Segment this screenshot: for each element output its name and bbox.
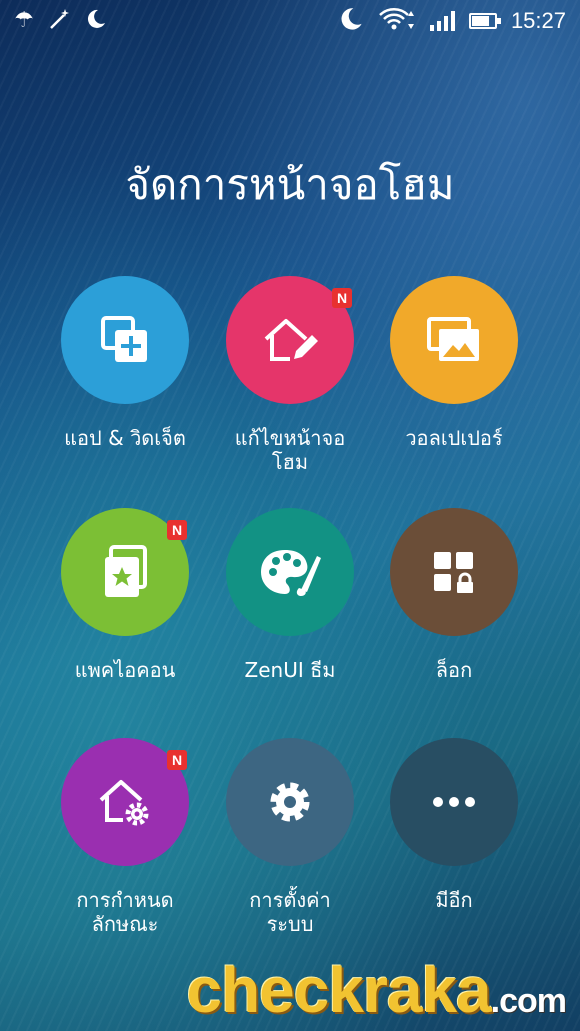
palette-icon bbox=[261, 550, 321, 596]
more-icon bbox=[433, 797, 475, 807]
wallpaper-icon bbox=[427, 317, 479, 361]
tile-label: ZenUI ธีม bbox=[244, 658, 336, 682]
tile-label: ล็อก bbox=[435, 658, 473, 682]
tile-label: แก้ไขหน้าจอ โฮม bbox=[234, 426, 346, 474]
tile-circle[interactable] bbox=[390, 738, 518, 866]
tile-label: มีอีก bbox=[435, 888, 473, 912]
new-badge: N bbox=[167, 520, 187, 540]
tile-icon-pack[interactable]: N แพคไอคอน bbox=[45, 508, 205, 682]
new-badge: N bbox=[332, 288, 352, 308]
watermark-logo: checkraka.com bbox=[0, 953, 580, 1027]
tile-more[interactable]: มีอีก bbox=[374, 738, 534, 912]
tile-apps-widgets[interactable]: แอป & วิดเจ็ต bbox=[45, 276, 205, 450]
moon-icon bbox=[86, 8, 106, 35]
icon-pack-icon bbox=[105, 545, 147, 597]
new-badge: N bbox=[167, 750, 187, 770]
tile-circle[interactable]: N bbox=[61, 508, 189, 636]
tile-circle[interactable] bbox=[390, 276, 518, 404]
tile-label: การตั้งค่า ระบบ bbox=[249, 888, 331, 936]
tile-edit-home[interactable]: N แก้ไขหน้าจอ โฮม bbox=[210, 276, 370, 474]
tile-circle[interactable] bbox=[226, 738, 354, 866]
magic-wand-icon bbox=[48, 8, 72, 35]
tile-circle[interactable]: N bbox=[61, 738, 189, 866]
watermark-suffix: .com bbox=[490, 982, 567, 1020]
moon-icon bbox=[338, 6, 364, 37]
tile-label: แพคไอคอน bbox=[74, 658, 176, 682]
tile-circle[interactable] bbox=[61, 276, 189, 404]
tile-system-settings[interactable]: การตั้งค่า ระบบ bbox=[210, 738, 370, 936]
tile-label: การกำหนด ลักษณะ bbox=[76, 888, 174, 936]
page-title: จัดการหน้าจอโฮม bbox=[125, 160, 455, 209]
signal-icon bbox=[429, 11, 455, 31]
gear-icon bbox=[270, 782, 310, 822]
watermark-brand: checkraka bbox=[186, 954, 491, 1026]
tile-lock[interactable]: ล็อก bbox=[374, 508, 534, 682]
tile-zenui-theme[interactable]: ZenUI ธีม bbox=[210, 508, 370, 682]
home-settings-icon bbox=[99, 780, 149, 826]
tile-label: แอป & วิดเจ็ต bbox=[64, 426, 186, 450]
tile-circle[interactable] bbox=[390, 508, 518, 636]
battery-icon bbox=[468, 13, 501, 29]
tile-circle[interactable] bbox=[226, 508, 354, 636]
clock: 15:27 bbox=[510, 8, 566, 33]
wifi-icon bbox=[378, 7, 416, 36]
status-bar: ☂ 15:27 bbox=[0, 0, 580, 42]
edit-home-icon bbox=[264, 319, 318, 361]
umbrella-icon: ☂ bbox=[14, 8, 34, 33]
tile-customize[interactable]: N การกำหนด ลักษณะ bbox=[45, 738, 205, 936]
app-lock-icon bbox=[434, 552, 473, 593]
tile-wallpaper[interactable]: วอลเปเปอร์ bbox=[374, 276, 534, 450]
tile-label: วอลเปเปอร์ bbox=[405, 426, 503, 450]
tile-circle[interactable]: N bbox=[226, 276, 354, 404]
add-apps-icon bbox=[101, 316, 147, 362]
